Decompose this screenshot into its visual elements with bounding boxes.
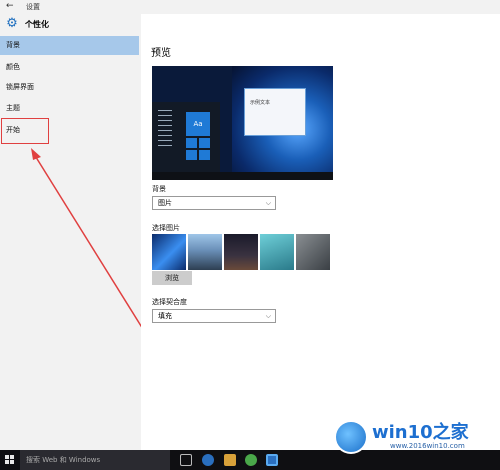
watermark-logo: win10之家 www.2016win10.com	[334, 418, 500, 458]
preview-tile-large: Aa	[186, 112, 210, 136]
folder-icon[interactable]	[224, 454, 236, 466]
search-box[interactable]: 搜索 Web 和 Windows	[20, 450, 170, 470]
background-select-value: 图片	[158, 199, 172, 207]
thumbnail-landscape[interactable]	[188, 234, 222, 270]
preview-taskbar	[152, 172, 333, 180]
watermark-url: www.2016win10.com	[390, 442, 465, 450]
fit-select-value: 填充	[158, 312, 172, 320]
watermark-text: win10之家	[372, 422, 469, 443]
thumbnail-windows[interactable]	[152, 234, 186, 270]
thumbnail-night[interactable]	[224, 234, 258, 270]
windows-start-icon[interactable]	[5, 455, 15, 465]
app-icon[interactable]	[245, 454, 257, 466]
preview-tile	[186, 150, 197, 160]
chevron-down-icon: ⌵	[265, 312, 271, 320]
browse-button[interactable]: 浏览	[152, 271, 192, 285]
section-title: 预览	[151, 48, 171, 59]
settings-taskbar-icon[interactable]	[266, 454, 278, 466]
fit-select[interactable]: 填充 ⌵	[152, 309, 276, 323]
edge-icon[interactable]	[202, 454, 214, 466]
task-view-icon[interactable]	[180, 454, 192, 466]
sample-window: 示例文本	[244, 88, 306, 136]
thumbnail-rocks[interactable]	[296, 234, 330, 270]
start-menu-list	[158, 110, 172, 150]
fit-label: 选择契合度	[152, 298, 187, 306]
choose-picture-label: 选择图片	[152, 224, 180, 232]
background-label: 背景	[152, 185, 166, 193]
preview-tile	[199, 150, 210, 160]
preview-tile	[186, 138, 197, 148]
background-select[interactable]: 图片 ⌵	[152, 196, 276, 210]
preview-tile	[199, 138, 210, 148]
thumbnail-underwater[interactable]	[260, 234, 294, 270]
preview-image: Aa 示例文本	[152, 66, 333, 180]
picture-thumbnails	[152, 234, 332, 270]
chevron-down-icon: ⌵	[265, 199, 271, 207]
watermark-emblem	[334, 420, 368, 454]
main-content: 预览 Aa 示例文本 背景 图片 ⌵ 选择图片 浏览 选择契合度 填充 ⌵	[141, 14, 500, 450]
sample-text: 示例文本	[250, 100, 271, 106]
